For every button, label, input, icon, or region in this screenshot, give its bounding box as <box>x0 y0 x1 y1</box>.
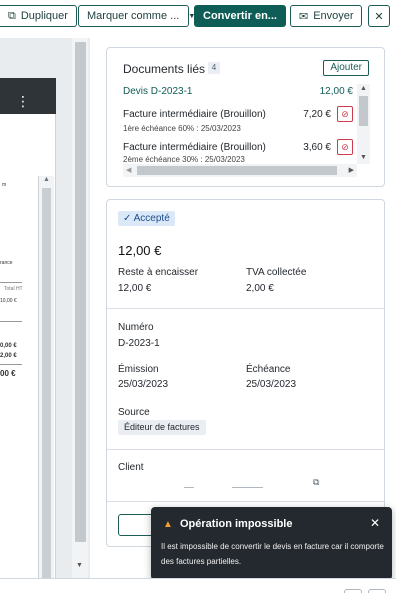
source-label: Source <box>118 407 150 418</box>
close-icon: ✕ <box>374 10 384 23</box>
scroll-thumb[interactable] <box>359 96 368 126</box>
linked-documents-title: Documents liés <box>123 62 206 76</box>
mark-as-dropdown[interactable]: Marquer comme ... ▼ <box>78 5 195 27</box>
convert-label: Convertir en... <box>203 10 277 22</box>
preview-text-fragment: 2,00 € <box>0 353 17 359</box>
preview-text-fragment: 00 € <box>0 369 16 378</box>
vat-value: 2,00 € <box>246 283 274 294</box>
count-badge: 4 <box>208 62 220 74</box>
total-amount: 12,00 € <box>118 243 162 258</box>
add-document-button[interactable]: Ajouter <box>323 60 369 76</box>
send-button[interactable]: ✉ Envoyer <box>290 5 362 27</box>
section-divider <box>107 501 384 502</box>
quote-info-card: ✓ Accepté 12,00 € Reste à encaisser 12,0… <box>106 199 385 547</box>
toolbar: ⧉ Dupliquer Marquer comme ... ▼ Converti… <box>0 0 396 34</box>
source-tag: Éditeur de factures <box>118 420 206 435</box>
send-label: Envoyer <box>313 10 354 22</box>
issue-date-label: Émission <box>118 364 159 375</box>
linked-documents-card: Documents liés 4 Ajouter Devis D-2023-1 … <box>106 47 385 187</box>
preview-text-fragment: rance <box>0 260 13 266</box>
scroll-up-icon[interactable]: ▲ <box>360 85 367 92</box>
copy-icon: ⧉ <box>8 9 16 22</box>
preview-inner-scrollbar[interactable]: ▲ <box>38 176 54 593</box>
issue-date-value: 25/03/2023 <box>118 379 169 390</box>
preview-text-fragment: Total HT <box>4 286 23 292</box>
linked-doc-name: Facture intermédiaire (Brouillon) <box>123 109 266 120</box>
check-icon: ✓ <box>123 213 132 224</box>
scroll-up-icon[interactable]: ▲ <box>43 176 50 183</box>
linked-doc-subtitle: 2ème échéance 30% : 25/03/2023 <box>123 155 245 164</box>
convert-dropdown[interactable]: Convertir en... ▼ <box>194 5 293 27</box>
scroll-left-icon[interactable]: ◀ <box>126 166 131 174</box>
preview-scrollbar[interactable]: ▼ <box>72 38 88 578</box>
list-horizontal-scrollbar[interactable]: ◀ ▶ <box>123 164 357 177</box>
section-divider <box>107 308 384 309</box>
list-vertical-scrollbar[interactable]: ▲ ▼ <box>357 84 370 164</box>
status-badge: ✓ Accepté <box>118 211 175 226</box>
linked-documents-list: Devis D-2023-1 12,00 € Facture intermédi… <box>123 84 370 177</box>
eye-off-icon[interactable]: ⊘ <box>337 139 353 155</box>
duplicate-button[interactable]: ⧉ Dupliquer <box>0 5 77 27</box>
remaining-value: 12,00 € <box>118 283 152 294</box>
kebab-menu-icon[interactable]: ⋮ <box>16 94 30 108</box>
linked-doc-name: Facture intermédiaire (Brouillon) <box>123 142 266 153</box>
preview-text-fragment: 0,00 € <box>0 343 17 349</box>
external-link-icon[interactable]: ⧉ <box>313 477 319 488</box>
scroll-down-icon[interactable]: ▼ <box>76 562 83 569</box>
due-date-value: 25/03/2023 <box>246 379 297 390</box>
vat-label: TVA collectée <box>246 267 307 278</box>
linked-doc-amount: 3,60 € <box>303 142 331 153</box>
status-label: Accepté <box>133 213 170 224</box>
preview-text-fragment: m <box>2 182 7 188</box>
nav-button[interactable] <box>368 589 386 593</box>
remaining-label: Reste à encaisser <box>118 267 199 278</box>
number-label: Numéro <box>118 322 154 333</box>
number-value: D-2023-1 <box>118 338 160 349</box>
envelope-icon: ✉ <box>299 10 309 23</box>
preview-divider <box>0 282 22 283</box>
close-button[interactable]: ✕ <box>368 5 390 27</box>
bottom-bar <box>0 578 396 593</box>
eye-off-icon[interactable]: ⊘ <box>337 106 353 122</box>
toast-message: Il est impossible de convertir le devis … <box>161 542 384 566</box>
linked-doc-amount: 12,00 € <box>319 86 353 97</box>
preview-text-fragment: 10,00 € <box>0 298 17 304</box>
linked-doc-subtitle: 1ère échéance 60% : 25/03/2023 <box>123 124 241 133</box>
scroll-thumb[interactable] <box>137 166 337 175</box>
mark-as-label: Marquer comme ... <box>87 10 180 22</box>
scroll-thumb[interactable] <box>75 42 86 542</box>
linked-doc-amount: 7,20 € <box>303 109 331 120</box>
nav-button[interactable] <box>344 589 362 593</box>
duplicate-label: Dupliquer <box>20 10 68 22</box>
scroll-right-icon[interactable]: ▶ <box>349 166 354 174</box>
close-icon[interactable]: ✕ <box>370 516 380 530</box>
preview-divider <box>0 321 22 322</box>
client-placeholder-line <box>232 487 263 488</box>
client-label: Client <box>118 462 144 473</box>
linked-doc-name[interactable]: Devis D-2023-1 <box>123 86 192 97</box>
toast-title: Opération impossible <box>180 518 293 530</box>
section-divider <box>107 449 384 450</box>
warning-icon: ▲ <box>163 519 173 530</box>
due-date-label: Échéance <box>246 364 291 375</box>
scroll-down-icon[interactable]: ▼ <box>360 154 367 161</box>
scroll-thumb[interactable] <box>42 188 51 593</box>
preview-divider <box>0 364 22 365</box>
error-toast: ▲ Opération impossible ✕ Il est impossib… <box>151 507 392 580</box>
client-placeholder-line <box>184 487 194 488</box>
